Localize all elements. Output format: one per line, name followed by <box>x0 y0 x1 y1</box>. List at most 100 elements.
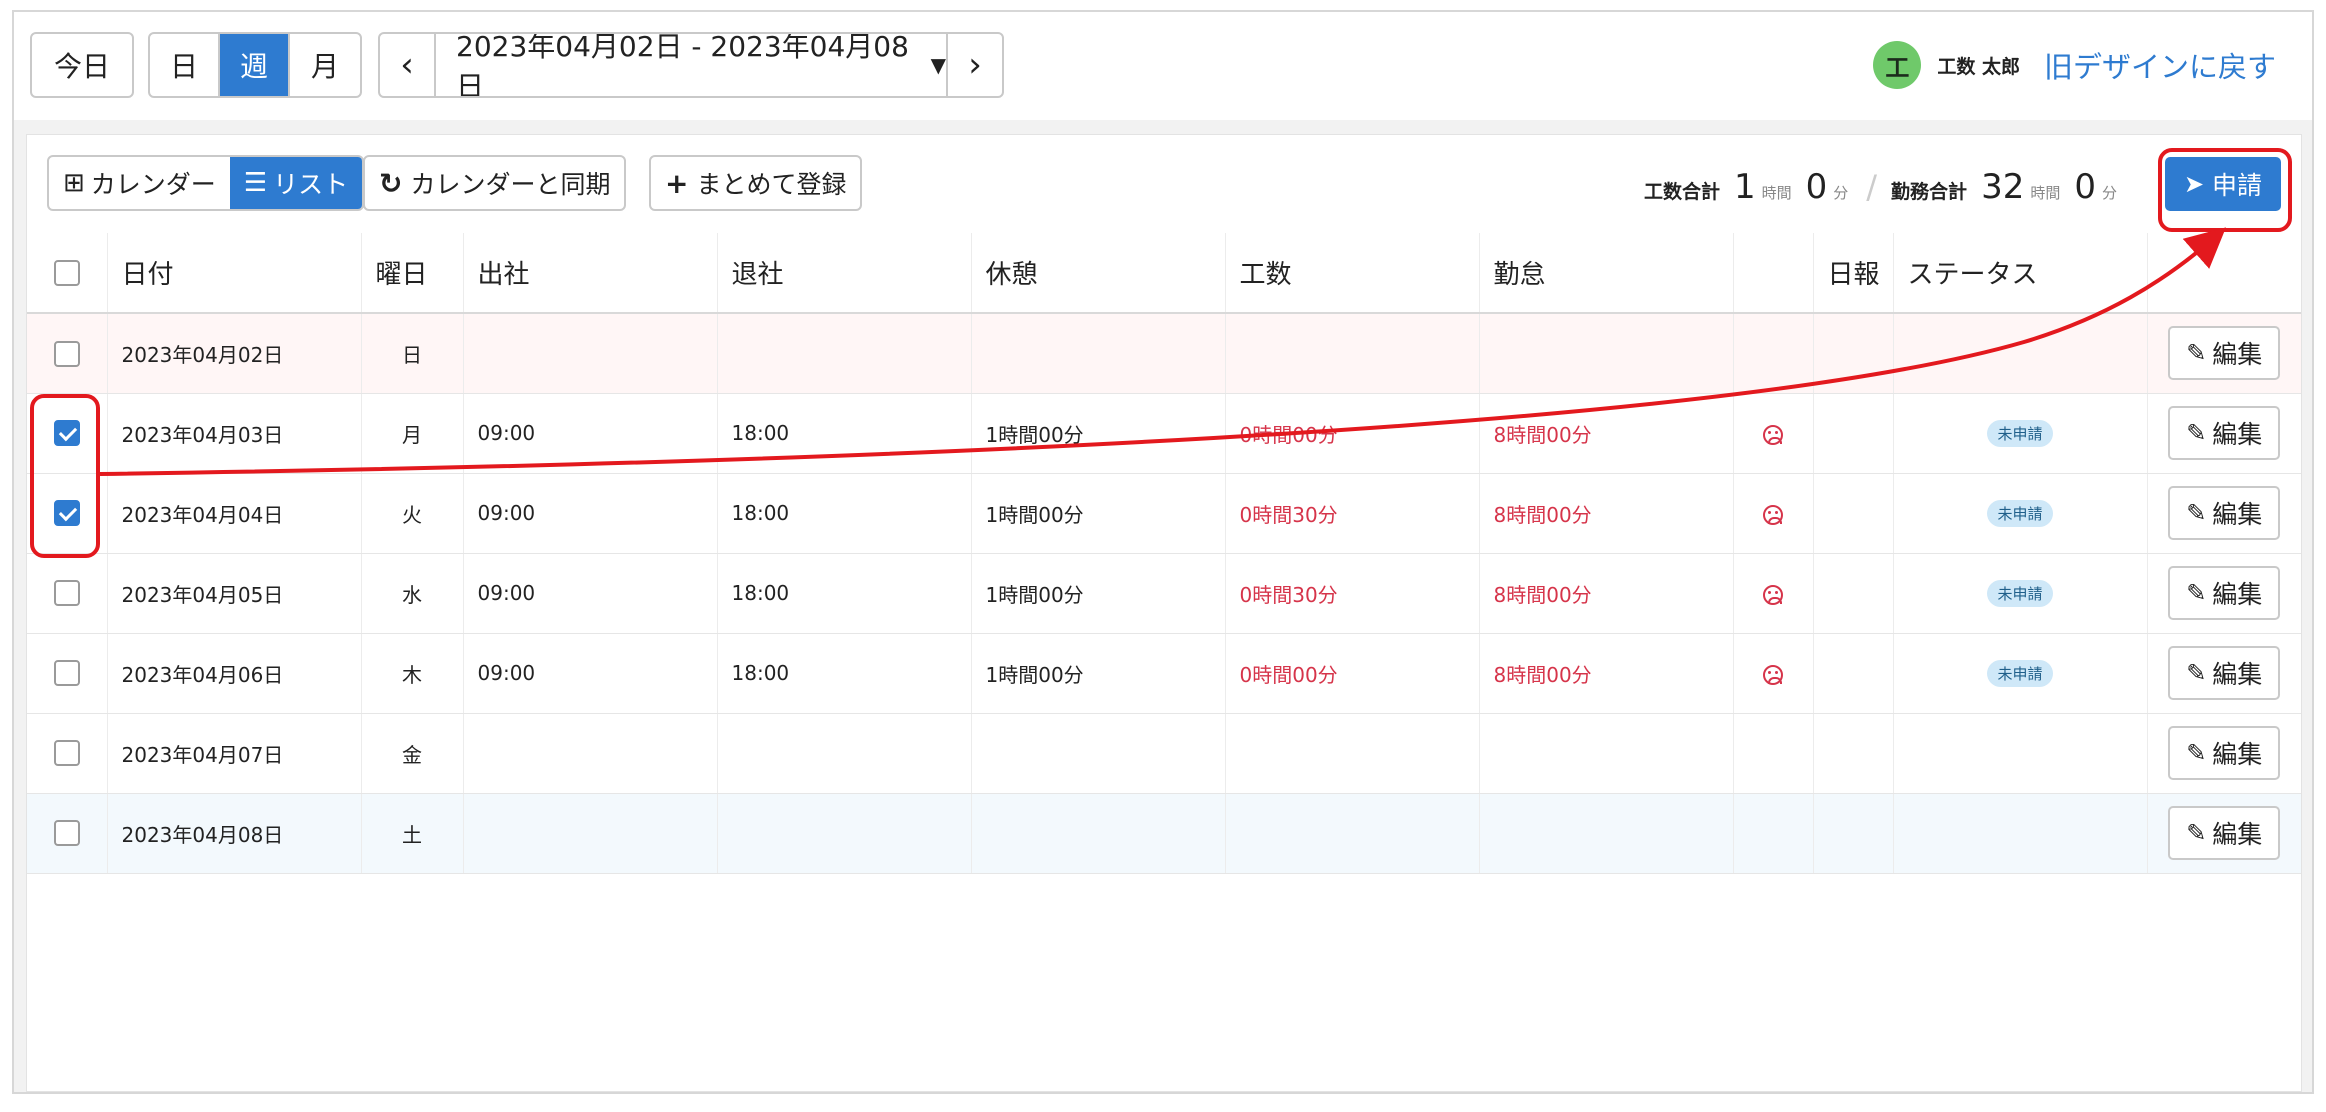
actions-cell: ✎ 編集 <box>2147 553 2301 634</box>
status-cell: 未申請 <box>1893 473 2148 554</box>
clock-out-cell <box>717 713 972 794</box>
plus-icon: + <box>665 166 689 200</box>
edit-label: 編集 <box>2212 660 2263 689</box>
user-name: 工数 太郎 <box>1937 55 2020 78</box>
edit-button[interactable]: ✎ 編集 <box>2168 326 2281 381</box>
list-view-button[interactable]: ☰ リスト <box>229 157 363 209</box>
daily-report-cell <box>1813 713 1894 794</box>
clock-in-cell: 09:00 <box>463 393 718 474</box>
row-select-cell <box>27 393 108 474</box>
clock-in-cell: 09:00 <box>463 553 718 634</box>
clock-out-cell: 18:00 <box>717 553 972 634</box>
clock-out-cell: 18:00 <box>717 633 972 714</box>
totals-summary: 工数合計 1 時間 0 分 / 勤務合計 32 時間 0 分 <box>1644 167 2131 207</box>
actions-cell: ✎ 編集 <box>2147 713 2301 794</box>
row-select-cell <box>27 713 108 794</box>
today-button[interactable]: 今日 <box>30 32 134 98</box>
table-row: 2023年04月07日金 ✎ 編集 <box>27 713 2301 794</box>
calendar-view-button[interactable]: ⊞ カレンダー <box>49 157 230 209</box>
actions-cell: ✎ 編集 <box>2147 473 2301 554</box>
attendance-cell: 8時間00分 <box>1479 633 1734 714</box>
work-hours-cell: 0時間00分 <box>1225 633 1480 714</box>
work-hours-cell <box>1225 793 1480 874</box>
row-checkbox[interactable] <box>53 740 80 767</box>
mood-cell <box>1733 793 1814 874</box>
top-navigation: 今日 日 週 月 ‹ 2023年04月02日 - 2023年04月08日 ▼ ›… <box>14 12 2312 120</box>
view-mode-toggle: ⊞ カレンダー ☰ リスト <box>47 155 365 211</box>
view-day-button[interactable]: 日 <box>150 34 220 96</box>
weekday-cell: 木 <box>361 633 464 714</box>
row-checkbox[interactable] <box>53 820 80 847</box>
edit-button[interactable]: ✎ 編集 <box>2168 726 2281 780</box>
break-cell <box>971 713 1226 794</box>
status-badge: 未申請 <box>1987 419 2053 447</box>
row-select-cell <box>27 553 108 634</box>
chevron-left-icon: ‹ <box>400 45 414 85</box>
date-cell: 2023年04月06日 <box>107 633 362 714</box>
row-checkbox[interactable] <box>53 500 80 527</box>
column-date: 日付 <box>107 233 362 314</box>
mood-cell <box>1733 633 1814 714</box>
column-status: ステータス <box>1893 233 2148 314</box>
row-checkbox[interactable] <box>53 340 80 367</box>
status-cell: 未申請 <box>1893 553 2148 634</box>
row-select-cell <box>27 633 108 714</box>
list-icon: ☰ <box>243 168 268 198</box>
prev-week-button[interactable]: ‹ <box>380 34 436 96</box>
apply-button[interactable]: ➤ 申請 <box>2165 157 2281 211</box>
refresh-icon: ↻ <box>379 166 403 200</box>
calendar-sync-button[interactable]: ↻ カレンダーと同期 <box>363 155 627 211</box>
calendar-view-label: カレンダー <box>90 170 216 199</box>
view-month-button[interactable]: 月 <box>290 34 360 96</box>
sad-face-icon <box>1763 584 1783 605</box>
legacy-design-link[interactable]: 旧デザインに戻す <box>2044 44 2276 86</box>
date-cell: 2023年04月05日 <box>107 553 362 634</box>
edit-button[interactable]: ✎ 編集 <box>2168 566 2281 620</box>
edit-label: 編集 <box>2212 740 2263 769</box>
date-range-text: 2023年04月02日 - 2023年04月08日 <box>456 32 909 98</box>
clock-in-cell <box>463 793 718 874</box>
select-all-checkbox[interactable] <box>53 260 80 286</box>
attendance-cell <box>1479 793 1734 874</box>
break-cell: 1時間00分 <box>971 633 1226 714</box>
edit-label: 編集 <box>2212 340 2263 370</box>
hour-unit: 時間 <box>2030 184 2061 202</box>
view-week-button[interactable]: 週 <box>220 34 290 96</box>
column-actions <box>2147 233 2301 314</box>
pencil-icon: ✎ <box>2186 419 2207 447</box>
table-row: 2023年04月05日水 09:00 18:00 1時間00分 0時間30分 8時間00分… <box>27 553 2301 634</box>
bulk-register-button[interactable]: + まとめて登録 <box>649 155 863 211</box>
pencil-icon: ✎ <box>2186 819 2207 847</box>
date-cell: 2023年04月07日 <box>107 713 362 794</box>
work-hours-cell: 0時間00分 <box>1225 393 1480 474</box>
table-row: 2023年04月04日火 09:00 18:00 1時間00分 0時間30分 8時間00分… <box>27 473 2301 554</box>
actions-cell: ✎ 編集 <box>2147 633 2301 714</box>
clock-out-cell: 18:00 <box>717 473 972 554</box>
column-break: 休憩 <box>971 233 1226 314</box>
mood-cell <box>1733 313 1814 394</box>
attendance-cell <box>1479 313 1734 394</box>
avatar[interactable]: 工 <box>1873 41 1922 89</box>
minute-unit: 分 <box>1833 184 1849 202</box>
date-cell: 2023年04月03日 <box>107 393 362 474</box>
clock-in-cell <box>463 713 718 794</box>
row-checkbox[interactable] <box>53 660 80 687</box>
edit-button[interactable]: ✎ 編集 <box>2168 646 2281 700</box>
app-window: 今日 日 週 月 ‹ 2023年04月02日 - 2023年04月08日 ▼ ›… <box>12 10 2314 1094</box>
edit-button[interactable]: ✎ 編集 <box>2168 406 2281 460</box>
status-cell <box>1893 313 2148 394</box>
row-checkbox[interactable] <box>53 580 80 607</box>
row-checkbox[interactable] <box>53 420 80 447</box>
edit-button[interactable]: ✎ 編集 <box>2168 486 2281 540</box>
edit-button[interactable]: ✎ 編集 <box>2168 806 2281 860</box>
daily-report-cell <box>1813 393 1894 474</box>
work-total-minutes: 0 <box>1805 167 1828 207</box>
status-cell <box>1893 793 2148 874</box>
pencil-icon: ✎ <box>2186 739 2207 767</box>
status-cell: 未申請 <box>1893 633 2148 714</box>
weekday-cell: 月 <box>361 393 464 474</box>
next-week-button[interactable]: › <box>948 34 1002 96</box>
date-range-picker[interactable]: 2023年04月02日 - 2023年04月08日 ▼ <box>436 34 948 96</box>
caret-down-icon: ▼ <box>930 53 946 77</box>
column-clock-out: 退社 <box>717 233 972 314</box>
